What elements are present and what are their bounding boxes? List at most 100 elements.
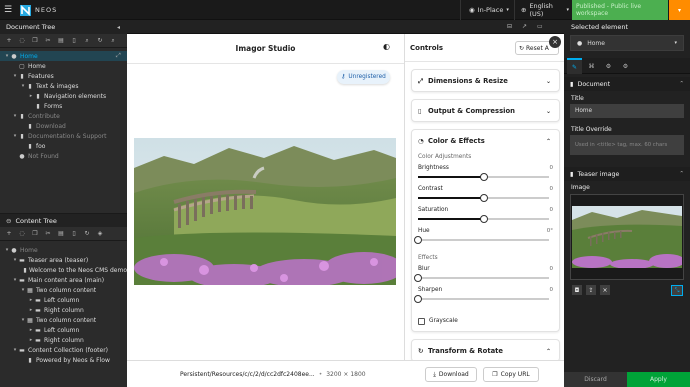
slider-track[interactable] xyxy=(418,194,549,202)
tab-meta-icon[interactable]: ⚙ xyxy=(618,58,633,74)
content-tree-node[interactable]: ▾ ▬ Main content area (main) xyxy=(0,275,127,285)
doc-tree-node[interactable]: ▾ ▮ Contribute xyxy=(0,111,127,121)
grayscale-checkbox[interactable] xyxy=(418,318,425,325)
file-icon: ▮ xyxy=(570,80,574,88)
close-icon[interactable]: × xyxy=(549,36,561,48)
refresh-icon[interactable]: ↻ xyxy=(95,36,105,46)
content-tree-node[interactable]: ▾ ▬ Content Collection (footer) xyxy=(0,345,127,355)
doc-tree-node[interactable]: ▸ ▮ Navigation elements xyxy=(0,91,127,101)
slider-track[interactable] xyxy=(418,215,549,223)
slider-track[interactable] xyxy=(414,236,549,244)
toggle-inline-icon[interactable]: ◈ xyxy=(95,229,105,239)
doc-tree-node[interactable]: ▾ ● Home ⤢ xyxy=(0,51,127,61)
controls-header: Controls ↻ Reset A xyxy=(405,34,565,62)
slider-thumb[interactable] xyxy=(479,173,488,181)
content-tree-node[interactable]: ▾ ▦ Two column content xyxy=(0,315,127,325)
dimensions-card[interactable]: ⤢ Dimensions & Resize ⌄ xyxy=(411,69,560,92)
document-section-header[interactable]: ▮ Document ⌃ xyxy=(564,77,690,91)
image-thumbnail[interactable] xyxy=(570,194,684,280)
cut-icon[interactable]: ✂ xyxy=(43,36,53,46)
language-select[interactable]: ⊕ English (US) ▾ xyxy=(514,0,569,20)
discard-button[interactable]: Discard xyxy=(564,372,627,387)
slider-value: 0 xyxy=(549,266,554,272)
content-tree-node[interactable]: ▸ ▬ Left column xyxy=(0,295,127,305)
content-tree-node[interactable]: ▸ ▬ Right column xyxy=(0,305,127,315)
controls-panel: Controls ↻ Reset A ⤢ Dimensions & Resize ⌄ … xyxy=(404,34,565,362)
cut-icon[interactable]: ✂ xyxy=(43,229,53,239)
content-tree-node[interactable]: ▾ ▬ Teaser area (teaser) xyxy=(0,255,127,265)
doc-tree-node[interactable]: ▢ Home xyxy=(0,61,127,71)
title-override-field[interactable]: Used in <title> tag, max. 60 chars xyxy=(570,135,684,155)
content-tree-node[interactable]: ▸ ▬ Right column xyxy=(0,335,127,345)
node-type-icon: ▮ xyxy=(28,122,32,130)
copy-icon[interactable]: ❐ xyxy=(30,36,40,46)
add-icon[interactable]: + xyxy=(4,36,14,46)
publish-button[interactable]: Published - Public live workspace xyxy=(572,0,668,20)
content-tree-node[interactable]: ▾ ● Home xyxy=(0,245,127,255)
menu-icon[interactable]: ☰ xyxy=(4,0,16,20)
doc-tree-node[interactable]: ▮ Forms xyxy=(0,101,127,111)
refresh-icon[interactable]: ↻ xyxy=(82,229,92,239)
fullscreen-icon[interactable]: ⊟ xyxy=(507,23,512,30)
tab-content-pencil-icon[interactable]: ✎ xyxy=(567,58,582,74)
key-icon: ⚷ xyxy=(341,74,346,80)
slider-track[interactable] xyxy=(414,274,549,282)
content-tree-node[interactable]: ▸ ▬ Left column xyxy=(0,325,127,335)
toggle-icon[interactable]: ◂ xyxy=(117,24,120,31)
hide-icon[interactable]: ◌ xyxy=(17,229,27,239)
output-card[interactable]: ▯ Output & Compression ⌄ xyxy=(411,99,560,122)
element-select[interactable]: ● Home ▾ xyxy=(570,35,684,51)
delete-icon[interactable]: ▯ xyxy=(69,229,79,239)
tab-settings-gear-icon[interactable]: ⚙ xyxy=(601,58,616,74)
doc-tree-node[interactable]: ● Not Found xyxy=(0,151,127,161)
collapse-icon[interactable]: ⊖ xyxy=(6,217,11,225)
copy-icon[interactable]: ❐ xyxy=(30,229,40,239)
search-icon[interactable]: ⌕ xyxy=(108,36,118,46)
external-link-icon[interactable]: ↗ xyxy=(522,23,527,30)
crop-icon[interactable]: ⤡ xyxy=(671,285,683,296)
node-type-icon: ▬ xyxy=(19,276,25,284)
delete-icon[interactable]: ▯ xyxy=(69,36,79,46)
edit-mode-select[interactable]: ◉ In-Place ▾ xyxy=(460,0,512,20)
drag-icon[interactable]: ⤢ xyxy=(116,52,121,60)
slider-thumb[interactable] xyxy=(414,295,422,303)
preview-icon[interactable]: ▭ xyxy=(537,23,543,30)
camera-icon[interactable]: ◘ xyxy=(572,285,582,295)
copy-url-button[interactable]: ❐ Copy URL xyxy=(483,367,539,382)
doc-tree-node[interactable]: ▮ foo xyxy=(0,141,127,151)
slider-thumb[interactable] xyxy=(479,194,488,202)
doc-tree-node[interactable]: ▾ ▮ Documentation & Support xyxy=(0,131,127,141)
slider-thumb[interactable] xyxy=(414,274,422,282)
title-field[interactable]: Home xyxy=(570,104,684,118)
doc-tree-node[interactable]: ▾ ▮ Text & images xyxy=(0,81,127,91)
content-tree-node-label: Powered by Neos & Flow xyxy=(36,356,110,364)
paste-icon[interactable]: ▤ xyxy=(56,36,66,46)
theme-toggle-icon[interactable]: ◐ xyxy=(383,42,390,51)
tab-structure-icon[interactable]: ⌘ xyxy=(584,58,599,74)
teaser-section-header[interactable]: ▮ Teaser image ⌃ xyxy=(564,167,690,181)
add-icon[interactable]: + xyxy=(4,229,14,239)
remove-icon[interactable]: × xyxy=(600,285,610,295)
slider-track[interactable] xyxy=(418,173,549,181)
filter-icon[interactable]: ⌕ xyxy=(82,36,92,46)
upload-icon[interactable]: ⇪ xyxy=(586,285,596,295)
slider-value: 0° xyxy=(546,228,553,234)
paste-icon[interactable]: ▤ xyxy=(56,229,66,239)
doc-tree-node[interactable]: ▮ Download xyxy=(0,121,127,131)
transform-card[interactable]: ↻ Transform & Rotate ⌃ xyxy=(411,339,560,362)
content-tree-node[interactable]: ▮ Powered by Neos & Flow xyxy=(0,355,127,365)
hide-icon[interactable]: ◌ xyxy=(17,36,27,46)
apply-button[interactable]: Apply xyxy=(627,372,690,387)
slider-thumb[interactable] xyxy=(414,236,422,244)
node-type-icon: ▬ xyxy=(35,336,41,344)
chevron-up-icon[interactable]: ⌃ xyxy=(546,138,551,145)
content-tree-node[interactable]: ▾ ▦ Two column content xyxy=(0,285,127,295)
slider-track[interactable] xyxy=(414,295,549,303)
unregistered-badge[interactable]: ⚷ Unregistered xyxy=(337,70,390,84)
content-tree-node[interactable]: ▮ Welcome to the Neos CMS demo xyxy=(0,265,127,275)
slider-thumb[interactable] xyxy=(479,215,488,223)
download-button[interactable]: ⤓ Download xyxy=(425,367,477,382)
publish-dropdown-icon[interactable]: ▾ xyxy=(669,0,690,20)
reset-icon: ↻ xyxy=(519,44,525,52)
doc-tree-node[interactable]: ▾ ▮ Features xyxy=(0,71,127,81)
